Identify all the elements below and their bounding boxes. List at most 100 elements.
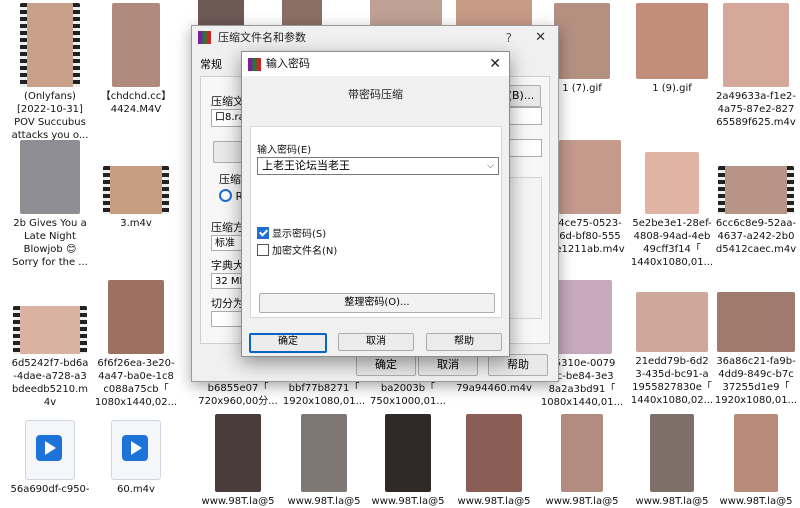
file-item[interactable]: 36a86c21-fa9b- 4dd9-849c-b7c 37255d1e9「 … bbox=[714, 292, 798, 407]
file-name: www.98T.la@5 bbox=[287, 496, 361, 507]
organize-passwords-button[interactable]: 整理密码(O)... bbox=[259, 293, 495, 313]
archive-dialog-title: 压缩文件名和参数 bbox=[218, 31, 306, 44]
chevron-down-icon[interactable]: ⌵ bbox=[487, 158, 494, 174]
file-item[interactable]: 6cc6c8e9-52aa- 4637-a242-2b0 d5412caec.m… bbox=[714, 166, 798, 256]
checkbox-checked-icon bbox=[257, 227, 269, 239]
show-password-label: 显示密码(S) bbox=[272, 229, 327, 240]
file-item[interactable]: www.98T.la@5 bbox=[282, 414, 366, 508]
method-label: 压缩方 bbox=[211, 221, 244, 234]
file-thumbnail bbox=[552, 280, 612, 354]
tab-general[interactable]: 常规 bbox=[200, 56, 222, 72]
file-thumbnail bbox=[636, 3, 708, 79]
file-item[interactable]: www.98T.la@5 bbox=[366, 414, 450, 508]
file-name: 2b Gives You a Late Night Blowjob 😊 Sorr… bbox=[12, 218, 88, 268]
dictionary-label: 字典大 bbox=[211, 259, 244, 272]
close-icon[interactable]: ✕ bbox=[489, 52, 501, 76]
file-thumbnail bbox=[301, 414, 347, 492]
file-item[interactable]: www.98T.la@5 bbox=[714, 414, 798, 508]
file-item[interactable]: www.98T.la@5 bbox=[196, 414, 280, 508]
file-thumbnail bbox=[645, 152, 699, 214]
file-item[interactable]: 2b Gives You a Late Night Blowjob 😊 Sorr… bbox=[8, 140, 92, 269]
file-item[interactable]: 3.m4v bbox=[94, 166, 178, 230]
password-dialog-title: 输入密码 bbox=[266, 57, 310, 70]
file-thumbnail[interactable] bbox=[456, 0, 532, 26]
password-help-button[interactable]: 帮助 bbox=[426, 333, 502, 351]
file-item[interactable]: b6855e07「 720x960,00分... bbox=[196, 382, 280, 408]
file-name: 36a86c21-fa9b- 4dd9-849c-b7c 37255d1e9「 … bbox=[714, 356, 798, 406]
file-item[interactable]: 6f6f26ea-3e20- 4a47-ba0e-1c8 c088a75cb「 … bbox=[94, 280, 178, 409]
play-icon bbox=[122, 435, 148, 461]
file-thumbnail bbox=[718, 166, 794, 214]
video-file-icon bbox=[111, 420, 161, 480]
file-name: 6cc6c8e9-52aa- 4637-a242-2b0 d5412caec.m… bbox=[715, 218, 797, 255]
file-name: bbf77b8271「 1920x1080,01... bbox=[282, 383, 366, 407]
file-thumbnail bbox=[561, 414, 603, 492]
file-item[interactable]: 79a94460.m4v bbox=[452, 382, 536, 395]
file-name: 79a94460.m4v bbox=[456, 383, 532, 394]
archive-name-label: 压缩文 bbox=[211, 95, 244, 108]
archive-cancel-button[interactable]: 取消 bbox=[418, 354, 478, 376]
file-name: 1 (9).gif bbox=[652, 83, 692, 94]
file-name: 3.m4v bbox=[120, 218, 152, 229]
file-item[interactable]: www.98T.la@5 bbox=[452, 414, 536, 508]
file-thumbnail[interactable] bbox=[370, 0, 442, 26]
encrypt-filenames-checkbox[interactable]: 加密文件名(N) bbox=[257, 242, 337, 257]
file-name: www.98T.la@5 bbox=[201, 496, 275, 507]
file-item[interactable]: 5e2be3e1-28ef- 4808-94ad-4eb 49cff3f14「 … bbox=[630, 152, 714, 269]
file-thumbnail bbox=[20, 3, 80, 87]
file-item[interactable]: 【chdchd.cc】 4424.M4V bbox=[94, 3, 178, 116]
password-panel: 输入密码(E) 上老王论坛当老王 ⌵ 显示密码(S) 加密文件名(N) 整理密码… bbox=[250, 126, 502, 318]
password-dialog-titlebar[interactable]: 输入密码 ✕ bbox=[242, 52, 509, 76]
file-thumbnail[interactable] bbox=[282, 0, 322, 26]
password-dialog: 输入密码 ✕ 带密码压缩 输入密码(E) 上老王论坛当老王 ⌵ 显示密码(S) … bbox=[241, 51, 510, 357]
winrar-icon bbox=[198, 31, 211, 44]
encrypt-filenames-label: 加密文件名(N) bbox=[272, 246, 338, 257]
enter-password-label: 输入密码(E) bbox=[257, 145, 312, 156]
help-icon[interactable]: ? bbox=[506, 26, 512, 50]
file-thumbnail bbox=[112, 3, 160, 87]
play-icon bbox=[36, 435, 62, 461]
file-name: 56a690df-c950- bbox=[10, 484, 90, 495]
file-item[interactable]: (Onlyfans) [2022-10-31] POV Succubus att… bbox=[8, 3, 92, 142]
file-thumbnail bbox=[108, 280, 164, 354]
checkbox-unchecked-icon bbox=[257, 244, 269, 256]
file-name: 4ce75-0523- 6d-bf80-555 e1211ab.m4v bbox=[555, 218, 625, 255]
file-name: 5e2be3e1-28ef- 4808-94ad-4eb 49cff3f14「 … bbox=[630, 218, 714, 268]
file-name: 6d5242f7-bd6a -4dae-a728-a3 bdeedb5210.m… bbox=[11, 358, 89, 408]
password-input[interactable]: 上老王论坛当老王 ⌵ bbox=[257, 157, 499, 175]
file-item[interactable]: 4ce75-0523- 6d-bf80-555 e1211ab.m4v bbox=[548, 140, 632, 256]
password-ok-button[interactable]: 确定 bbox=[249, 333, 327, 353]
file-item[interactable]: 56a690df-c950- bbox=[8, 420, 92, 496]
file-name: (Onlyfans) [2022-10-31] POV Succubus att… bbox=[11, 91, 89, 141]
file-item[interactable]: www.98T.la@5 bbox=[630, 414, 714, 508]
archive-help-button[interactable]: 帮助 bbox=[488, 354, 548, 376]
file-item[interactable]: 1 (9).gif bbox=[630, 3, 714, 95]
password-cancel-button[interactable]: 取消 bbox=[338, 333, 414, 351]
file-name: www.98T.la@5 bbox=[635, 496, 709, 507]
file-thumbnail bbox=[559, 140, 621, 214]
file-item[interactable]: 60.m4v bbox=[94, 420, 178, 496]
file-item[interactable]: www.98T.la@5 bbox=[540, 414, 624, 508]
file-name: 60.m4v bbox=[117, 484, 155, 495]
file-item[interactable]: ba2003b「 750x1000,01... bbox=[366, 382, 450, 408]
file-name: www.98T.la@5 bbox=[545, 496, 619, 507]
file-name: ba2003b「 750x1000,01... bbox=[370, 383, 446, 407]
file-thumbnail[interactable] bbox=[198, 0, 244, 26]
file-name: www.98T.la@5 bbox=[371, 496, 445, 507]
file-thumbnail bbox=[723, 3, 789, 87]
archive-dialog-titlebar[interactable]: 压缩文件名和参数 ? ✕ bbox=[192, 26, 558, 50]
archive-ok-button[interactable]: 确定 bbox=[356, 354, 416, 376]
show-password-checkbox[interactable]: 显示密码(S) bbox=[257, 225, 326, 240]
file-item[interactable]: bbf77b8271「 1920x1080,01... bbox=[282, 382, 366, 408]
file-thumbnail bbox=[20, 140, 80, 214]
file-item[interactable]: 21edd79b-6d2 3-435d-bc91-a 1955827830e「 … bbox=[630, 292, 714, 407]
file-item[interactable]: 2a49633a-f1e2- 4a75-87e2-827 65589f625.m… bbox=[714, 3, 798, 129]
file-name: b6855e07「 720x960,00分... bbox=[198, 383, 278, 407]
file-thumbnail bbox=[385, 414, 431, 492]
file-thumbnail bbox=[13, 306, 87, 354]
close-icon[interactable]: ✕ bbox=[535, 26, 546, 50]
file-item[interactable]: 6d5242f7-bd6a -4dae-a728-a3 bdeedb5210.m… bbox=[8, 306, 92, 409]
file-thumbnail bbox=[466, 414, 522, 492]
file-thumbnail bbox=[636, 292, 708, 352]
file-name: 21edd79b-6d2 3-435d-bc91-a 1955827830e「 … bbox=[630, 356, 714, 406]
